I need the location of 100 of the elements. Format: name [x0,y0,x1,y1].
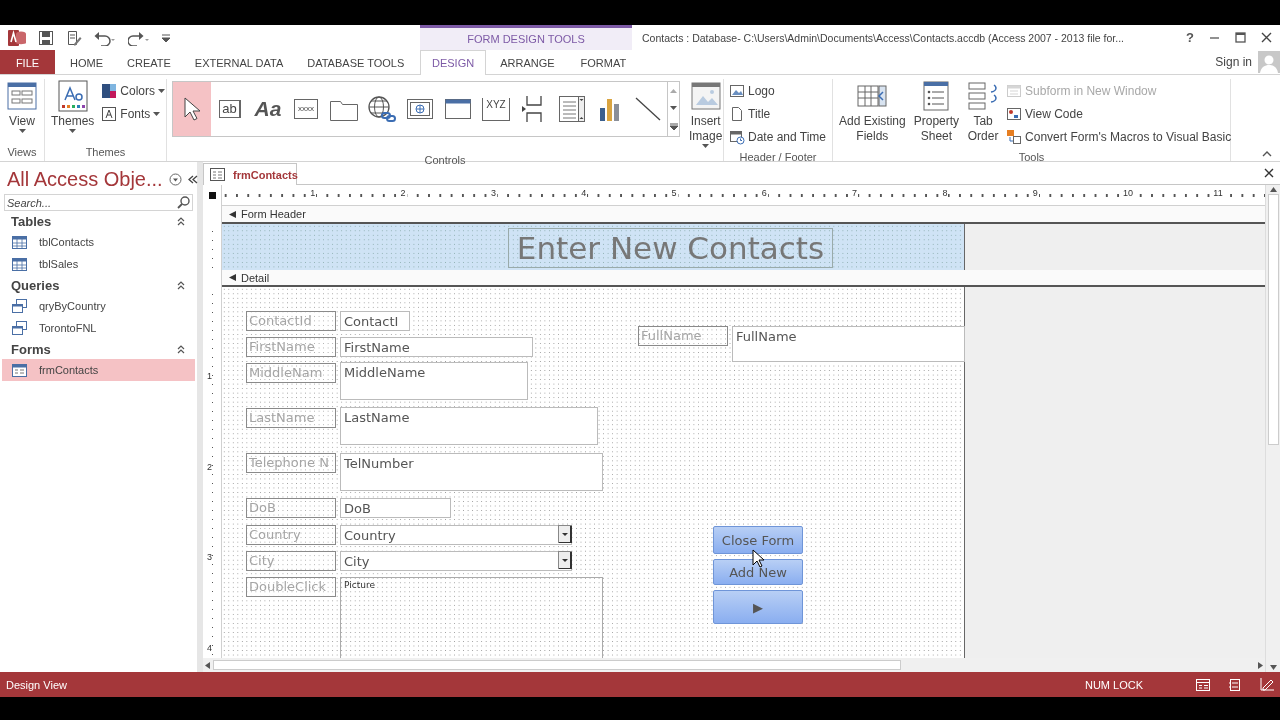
ruler-number: 8 [941,188,949,198]
image-button[interactable]: Insert Image [686,79,726,151]
ribbon-tab[interactable]: DESIGN [420,50,487,75]
text-box[interactable]: FirstName [340,337,533,357]
query-icon [12,299,27,313]
ribbon-tab[interactable]: EXTERNAL DATA [182,50,296,74]
vertical-scrollbar[interactable] [1265,185,1280,672]
colors-button[interactable]: Colors [99,80,168,102]
text-box[interactable]: LastName [340,407,598,445]
datetime-button[interactable]: Date and Time [727,126,829,148]
close-button[interactable] [1261,32,1272,43]
text-box[interactable]: ContactI [340,311,410,331]
text-box[interactable]: TelNumber [340,453,603,491]
document-tab[interactable]: frmContacts [203,163,297,185]
scroll-left-icon[interactable] [205,661,210,669]
text-box[interactable]: MiddleName [340,362,528,400]
dropdown-circle-icon[interactable] [168,173,182,186]
close-icon [1264,168,1274,178]
calendar-clock-icon [729,129,745,145]
app-logo-icon[interactable] [8,28,26,47]
navigation-item[interactable]: frmContacts [2,359,195,381]
mouse-cursor-icon [752,549,766,569]
navigation-group-header[interactable]: Tables [0,211,197,231]
section-marker-icon [228,273,237,282]
ruler-number: 2 [399,188,407,198]
file-tab[interactable]: FILE [0,50,55,74]
dropdown-arrow-icon[interactable] [558,525,572,543]
layout-view-button[interactable] [1229,678,1241,691]
customize-icon[interactable] [162,32,170,43]
section-bar[interactable]: Form Header [222,206,1265,224]
design-view-button[interactable] [1260,678,1274,691]
scroll-right-icon[interactable] [1258,661,1263,669]
navigation-item[interactable]: qryByCountry [2,295,195,317]
navigation-group-header[interactable]: Forms [0,339,197,359]
close-icon [1261,32,1272,43]
collapse-ribbon-icon[interactable] [1262,151,1272,157]
navigation-group-header[interactable]: Queries [0,275,197,295]
ruler-number: 4 [580,188,588,198]
scrollbar-thumb[interactable] [213,660,901,670]
form-selector-icon[interactable] [208,192,216,199]
picture-frame-icon [689,80,722,112]
search-field[interactable]: Search... [4,194,193,211]
ribbon-tab[interactable]: DATABASE TOOLS [295,50,417,74]
section-title: Form Header [241,208,306,220]
horizontal-scrollbar[interactable] [203,658,1265,672]
ruler-number: 2 [207,461,212,472]
ruler-number: 1 [207,371,212,382]
ruler-number: 3 [489,188,497,198]
macros-button[interactable]: Convert Form's Macros to Visual Basic [1004,126,1234,148]
combo-box[interactable]: Country [340,525,572,545]
edit-icon[interactable] [66,29,82,46]
form-icon [210,168,225,181]
redo-icon[interactable] [128,29,150,46]
dropdown-arrow-icon[interactable] [558,551,572,569]
ribbon-group-label: Tools [1017,150,1046,165]
addfields-button[interactable]: Add Existing Fields [836,79,909,145]
view-button[interactable]: View [3,79,41,136]
image-icon [729,83,745,99]
property-button[interactable]: Property Sheet [910,79,963,145]
ruler-number: 4 [207,642,212,653]
form-button[interactable]: Close Form [713,526,803,554]
themes-button[interactable]: Themes [48,79,98,136]
theme-icon [56,80,89,112]
ribbon-tab[interactable]: FORMAT [568,50,639,74]
form-view-icon [1196,678,1210,691]
view-mode-label: Design View [6,678,68,691]
title-button[interactable]: Title [727,103,829,125]
ribbon-tab[interactable]: HOME [58,50,115,74]
text-box[interactable]: DoB [340,498,451,518]
layout-view-icon [1229,678,1241,691]
ribbon-group-label: Header / Footer [738,150,818,165]
form-button[interactable]: ▶ [713,590,803,624]
scroll-down-icon[interactable] [1269,665,1277,670]
maximize-button[interactable] [1235,32,1246,43]
ribbon-tab[interactable]: CREATE [115,50,183,74]
scroll-up-icon[interactable] [1269,187,1277,192]
close-document-button[interactable] [1264,168,1274,178]
sign-in-link[interactable]: Sign in [1215,55,1252,69]
form-button[interactable]: Add New [713,559,803,585]
ruler-pencil-icon [1260,678,1274,691]
navigation-item[interactable]: TorontoFNL [2,317,195,339]
navigation-item[interactable]: tblContacts [2,231,195,253]
scrollbar-thumb[interactable] [1267,194,1279,445]
combo-box[interactable]: City [340,551,572,571]
minimize-button[interactable] [1209,36,1220,39]
help-button[interactable]: ? [1186,30,1194,45]
form-view-button[interactable] [1196,678,1210,691]
ribbon-tab[interactable]: ARRANGE [488,50,567,74]
collapse-pane-icon[interactable] [187,175,198,184]
section-bar[interactable]: Detail [222,270,1265,287]
undo-icon[interactable] [94,29,116,46]
viewcode-button[interactable]: View Code [1004,103,1234,125]
fonts-button[interactable]: Fonts [99,103,168,125]
text-box[interactable]: FullName [732,326,965,362]
save-icon[interactable] [38,29,54,46]
navigation-item[interactable]: tblSales [2,253,195,275]
taborder-button[interactable]: Tab Order [964,79,1003,145]
combo-box-text: Country [344,528,396,542]
logo-button[interactable]: Logo [727,80,829,102]
ribbon-group-label: Views [6,145,38,160]
